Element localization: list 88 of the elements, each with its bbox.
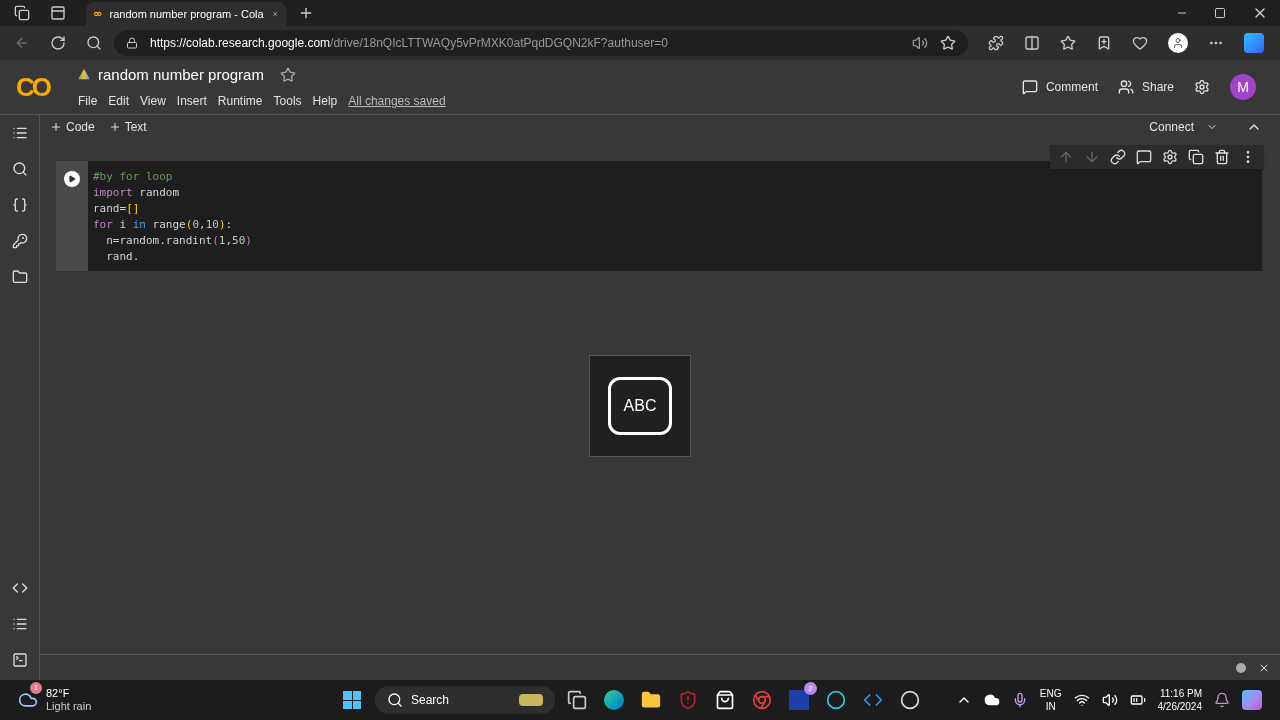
- chrome-icon[interactable]: [752, 690, 772, 710]
- temperature-text: 82°F: [46, 687, 71, 700]
- code-line: rand=[]: [93, 201, 141, 217]
- settings-icon[interactable]: [1162, 149, 1178, 165]
- tab-title: random number program - Cola: [109, 6, 264, 22]
- workspaces-icon[interactable]: [14, 5, 30, 21]
- comment-icon: [1021, 79, 1038, 95]
- bell-icon[interactable]: [1214, 692, 1230, 708]
- refresh-icon[interactable]: [50, 35, 66, 51]
- wifi-icon[interactable]: [1073, 692, 1090, 708]
- code-line: for i in range(0,10):: [93, 217, 234, 233]
- battery-icon[interactable]: [1129, 692, 1146, 708]
- menu-item[interactable]: View: [140, 92, 166, 111]
- key-icon[interactable]: [11, 233, 28, 249]
- code-line: import random: [93, 185, 181, 201]
- profile-icon[interactable]: [1168, 33, 1188, 53]
- search-icon[interactable]: [86, 35, 102, 51]
- collections-icon[interactable]: [1096, 35, 1112, 51]
- add-cell-button[interactable]: Code: [50, 118, 95, 136]
- terminal-icon[interactable]: [11, 652, 28, 668]
- code-line: n=random.randint(1,50): [105, 233, 252, 249]
- clock-time[interactable]: 11:16 PM: [1159, 687, 1202, 700]
- menu-item[interactable]: Tools: [273, 92, 302, 111]
- code-line: #by for loop: [93, 169, 174, 185]
- share-button[interactable]: Share: [1117, 78, 1174, 96]
- code-icon[interactable]: [11, 580, 28, 596]
- code-line: rand.: [105, 249, 141, 265]
- delete-icon[interactable]: [1214, 149, 1230, 165]
- people-icon: [1117, 79, 1134, 95]
- tab-actions-icon[interactable]: [50, 5, 66, 21]
- start-icon[interactable]: [343, 691, 361, 709]
- weather-icon[interactable]: [18, 690, 38, 710]
- notification-badge: 1: [30, 682, 42, 694]
- user-avatar[interactable]: M: [1230, 74, 1256, 100]
- run-button[interactable]: [64, 171, 80, 187]
- menu-item[interactable]: Help: [312, 92, 338, 111]
- menu-item[interactable]: Insert: [176, 92, 207, 111]
- new-tab-icon[interactable]: [298, 5, 314, 21]
- comment-button[interactable]: Comment: [1021, 78, 1098, 96]
- code-cell[interactable]: #by for loop import random rand=[] for i in range(0,10): n=random.randint(1,50) rand.: [56, 161, 1262, 271]
- menu-item[interactable]: File: [78, 92, 98, 111]
- taskbar-search-field[interactable]: Search: [375, 686, 555, 714]
- language-text[interactable]: ENG: [1039, 687, 1062, 700]
- split-screen-icon[interactable]: [1024, 35, 1040, 51]
- settings-icon[interactable]: [1194, 79, 1210, 95]
- browser-tab[interactable]: random number program - Cola: [86, 2, 286, 26]
- restore-icon[interactable]: [1214, 7, 1226, 19]
- menu-item[interactable]: Runtime: [217, 92, 263, 111]
- shield-icon[interactable]: [678, 690, 698, 710]
- task-view-icon[interactable]: [567, 690, 587, 710]
- store-icon[interactable]: [715, 690, 735, 710]
- variables-icon[interactable]: [11, 197, 28, 213]
- command-palette-icon[interactable]: [11, 616, 28, 632]
- star-icon[interactable]: [279, 67, 296, 83]
- colab-favicon-icon: [94, 10, 102, 18]
- star-icon[interactable]: [940, 35, 956, 51]
- drive-icon: [78, 69, 90, 81]
- address-field[interactable]: https://colab.research.google.com/drive/18nQIcLTTWAQy5vPrMXK0atPqdDGQN2kF?authuser=0: [114, 30, 968, 56]
- volume-icon[interactable]: [1101, 692, 1118, 708]
- connect-button[interactable]: Connect: [1149, 118, 1218, 136]
- comment-icon[interactable]: [1136, 149, 1152, 165]
- folder-icon[interactable]: [11, 269, 28, 285]
- mirror-cell-icon[interactable]: [1188, 149, 1204, 165]
- menu-item[interactable]: Edit: [108, 92, 130, 111]
- plus-icon: [50, 121, 62, 133]
- language-text[interactable]: IN: [1045, 700, 1056, 713]
- clock-date[interactable]: 4/26/2024: [1157, 700, 1202, 713]
- weather-text: Light rain: [46, 700, 92, 713]
- table-of-contents-icon[interactable]: [11, 125, 28, 141]
- save-status-link[interactable]: All changes saved: [348, 92, 446, 111]
- play-icon: [68, 175, 76, 183]
- notification-badge: 2: [804, 682, 817, 695]
- add-cell-button[interactable]: Text: [108, 118, 147, 136]
- notebook-title[interactable]: random number program: [98, 63, 264, 87]
- plus-icon: [108, 121, 121, 133]
- search-icon: [387, 692, 403, 708]
- heart-icon[interactable]: [1132, 35, 1148, 51]
- search-icon[interactable]: [11, 161, 28, 177]
- puzzle-icon[interactable]: [988, 35, 1004, 51]
- keyboard-overlay-icon: ABC: [608, 377, 672, 435]
- read-aloud-icon[interactable]: [912, 35, 928, 51]
- ring-icon[interactable]: [826, 690, 846, 710]
- lock-icon: [126, 37, 138, 49]
- cloud-icon[interactable]: [983, 692, 1000, 708]
- colab-logo[interactable]: CO: [16, 67, 64, 107]
- folder-icon[interactable]: [641, 690, 661, 710]
- link-icon[interactable]: [1110, 149, 1126, 165]
- favorites-icon[interactable]: [1060, 35, 1076, 51]
